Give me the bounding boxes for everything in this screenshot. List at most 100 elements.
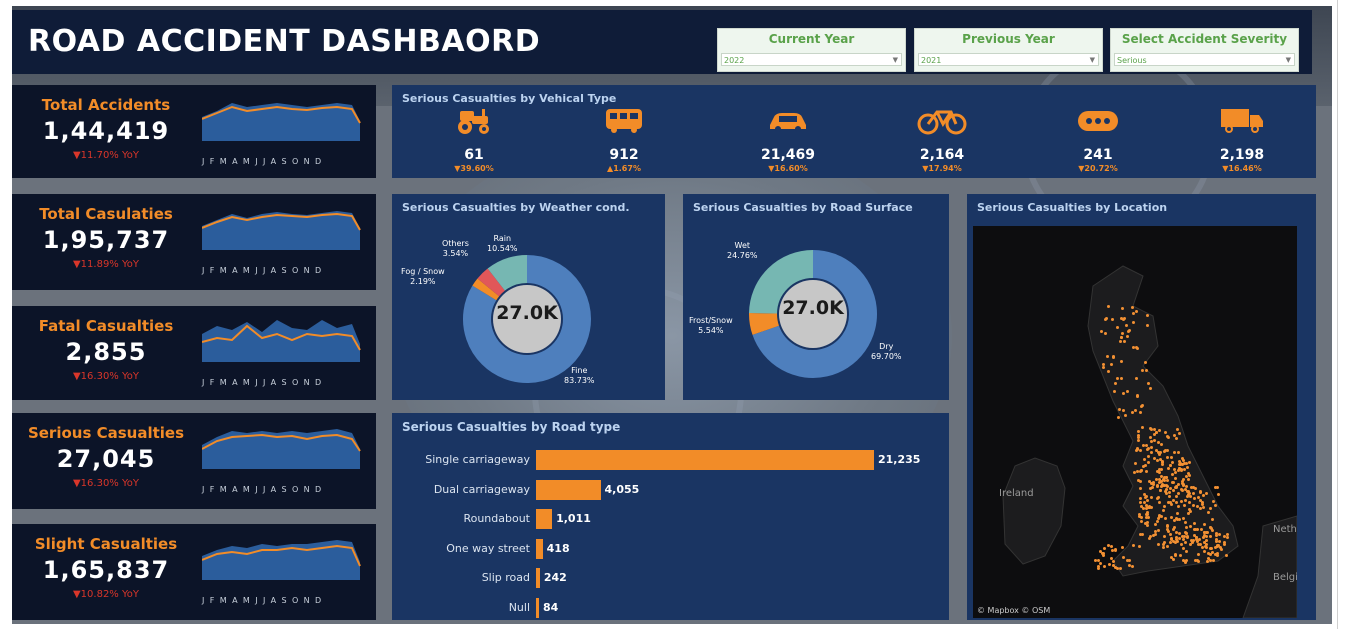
road-type-bar[interactable] <box>536 479 601 500</box>
location-point[interactable] <box>1214 545 1217 549</box>
location-point[interactable] <box>1120 307 1124 311</box>
location-point[interactable] <box>1177 491 1181 495</box>
location-point[interactable] <box>1192 491 1196 495</box>
location-point[interactable] <box>1187 500 1191 504</box>
location-point[interactable] <box>1203 522 1207 526</box>
location-point[interactable] <box>1171 488 1175 492</box>
location-point[interactable] <box>1165 478 1169 482</box>
location-point[interactable] <box>1164 516 1168 520</box>
location-point[interactable] <box>1194 536 1198 540</box>
location-point[interactable] <box>1166 436 1170 440</box>
location-point[interactable] <box>1166 501 1170 505</box>
location-point[interactable] <box>1118 339 1122 343</box>
location-point[interactable] <box>1140 368 1144 372</box>
road-type-row[interactable]: Dual carriageway 4,055 <box>392 479 949 501</box>
location-point[interactable] <box>1145 524 1149 528</box>
location-point[interactable] <box>1119 335 1123 339</box>
location-point[interactable] <box>1154 448 1158 452</box>
location-point[interactable] <box>1109 362 1113 366</box>
weather-segment-rain[interactable] <box>487 255 528 292</box>
location-point[interactable] <box>1174 436 1178 440</box>
location-point[interactable] <box>1179 488 1183 492</box>
location-point[interactable] <box>1188 494 1192 498</box>
location-point[interactable] <box>1149 496 1153 500</box>
chevron-down-icon[interactable]: ▼ <box>893 54 898 67</box>
location-point[interactable] <box>1192 521 1196 525</box>
location-point[interactable] <box>1165 528 1169 532</box>
location-point[interactable] <box>1184 474 1188 478</box>
road-type-row[interactable]: One way street 418 <box>392 538 949 560</box>
location-point[interactable] <box>1196 495 1200 499</box>
accident-severity-filter[interactable]: Select Accident Severity Serious ▼ <box>1110 28 1299 72</box>
location-point[interactable] <box>1163 449 1167 453</box>
chevron-down-icon[interactable]: ▼ <box>1286 54 1291 67</box>
road-type-bar[interactable] <box>536 450 874 470</box>
location-point[interactable] <box>1196 539 1200 543</box>
vehicle-item-tractor[interactable]: 61 ▼39.60% <box>414 107 534 173</box>
location-point[interactable] <box>1157 514 1161 518</box>
location-point[interactable] <box>1098 549 1102 553</box>
location-point[interactable] <box>1210 517 1214 521</box>
vehicle-item-other[interactable]: 241 ▼20.72% <box>1038 107 1158 173</box>
location-point[interactable] <box>1196 552 1200 556</box>
location-point[interactable] <box>1105 355 1109 359</box>
location-point[interactable] <box>1222 534 1226 538</box>
vehicle-item-bicycle[interactable]: 2,164 ▼17.94% <box>882 107 1002 173</box>
location-point[interactable] <box>1122 340 1126 344</box>
road-type-row[interactable]: Null 84 <box>392 597 949 619</box>
location-point[interactable] <box>1139 468 1143 472</box>
location-point[interactable] <box>1145 498 1149 502</box>
location-point[interactable] <box>1178 536 1182 540</box>
location-point[interactable] <box>1139 479 1142 483</box>
location-point[interactable] <box>1123 414 1127 418</box>
location-point[interactable] <box>1161 545 1165 549</box>
current-year-filter[interactable]: Current Year 2022 ▼ <box>717 28 906 72</box>
location-point[interactable] <box>1116 415 1120 419</box>
location-point[interactable] <box>1158 489 1162 493</box>
location-point[interactable] <box>1173 450 1177 454</box>
road-type-bar[interactable] <box>536 509 553 529</box>
location-point[interactable] <box>1148 486 1152 490</box>
location-point[interactable] <box>1157 429 1161 433</box>
location-point[interactable] <box>1182 468 1186 472</box>
location-point[interactable] <box>1208 552 1212 556</box>
location-point[interactable] <box>1179 500 1183 504</box>
road-type-bar[interactable] <box>536 568 540 588</box>
location-point[interactable] <box>1225 553 1228 557</box>
location-point[interactable] <box>1182 503 1186 507</box>
location-point[interactable] <box>1119 359 1123 363</box>
location-point[interactable] <box>1212 558 1216 562</box>
location-point[interactable] <box>1191 486 1195 490</box>
location-point[interactable] <box>1111 317 1115 321</box>
location-point[interactable] <box>1198 498 1202 502</box>
location-point[interactable] <box>1139 500 1143 504</box>
road-type-bar[interactable] <box>536 538 543 559</box>
location-point[interactable] <box>1104 316 1108 320</box>
location-point[interactable] <box>1106 304 1110 308</box>
location-point[interactable] <box>1144 368 1148 372</box>
location-point[interactable] <box>1171 557 1175 561</box>
location-point[interactable] <box>1166 455 1170 459</box>
location-point[interactable] <box>1158 452 1162 456</box>
location-point[interactable] <box>1180 456 1184 460</box>
location-point[interactable] <box>1120 331 1124 335</box>
location-point[interactable] <box>1121 317 1125 321</box>
location-point[interactable] <box>1165 544 1169 548</box>
location-point[interactable] <box>1146 461 1150 465</box>
previous-year-select[interactable]: 2021 ▼ <box>918 53 1099 66</box>
location-point[interactable] <box>1162 535 1166 539</box>
location-point[interactable] <box>1106 369 1110 373</box>
location-point[interactable] <box>1094 558 1098 562</box>
road-type-row[interactable]: Roundabout 1,011 <box>392 508 949 530</box>
location-point[interactable] <box>1169 455 1173 459</box>
location-point[interactable] <box>1121 391 1125 395</box>
location-point[interactable] <box>1155 459 1159 463</box>
location-point[interactable] <box>1106 543 1110 547</box>
location-point[interactable] <box>1175 427 1179 431</box>
location-point[interactable] <box>1145 323 1149 327</box>
location-point[interactable] <box>1173 540 1177 544</box>
location-point[interactable] <box>1111 354 1115 358</box>
location-point[interactable] <box>1183 540 1187 544</box>
location-point[interactable] <box>1191 503 1195 507</box>
location-point[interactable] <box>1162 478 1166 482</box>
